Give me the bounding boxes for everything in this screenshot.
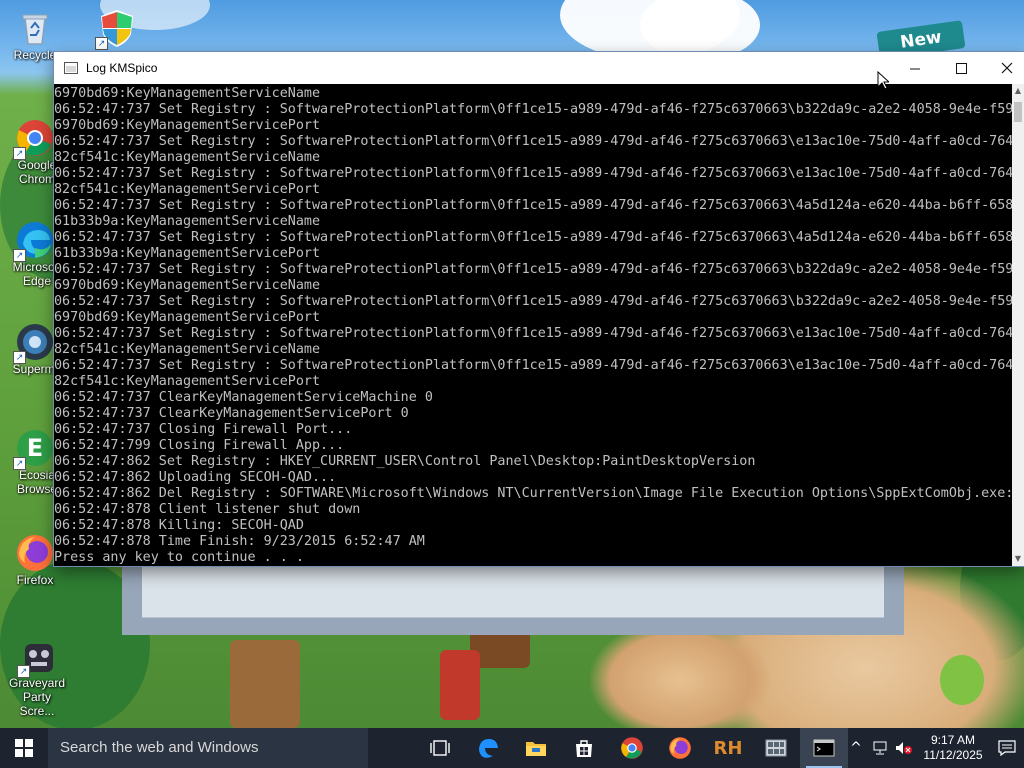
windows-shield-icon: ↗	[95, 8, 137, 50]
firefox-icon	[669, 737, 691, 759]
taskbar-clock[interactable]: 9:17 AM 11/12/2025	[916, 733, 990, 763]
chrome-icon	[621, 737, 643, 759]
tray-chevron-up-icon[interactable]: ^	[844, 728, 868, 768]
scroll-down-icon[interactable]: ▼	[1012, 552, 1024, 566]
desktop-icon-graveyard-party[interactable]: ↗ Graveyard Party Scre...	[4, 636, 74, 718]
windows-logo-icon	[15, 739, 33, 757]
taskbar-file-explorer[interactable]	[512, 728, 560, 768]
edge-icon: ↗	[13, 220, 55, 262]
close-icon	[1001, 62, 1013, 74]
recycle-bin-icon	[15, 8, 55, 48]
scroll-up-icon[interactable]: ▲	[1012, 84, 1024, 98]
console-icon	[813, 739, 835, 757]
taskbar-firefox[interactable]	[656, 728, 704, 768]
console-text: 6970bd69:KeyManagementServiceName 06:52:…	[54, 86, 1012, 565]
svg-text:E: E	[27, 434, 43, 462]
rh-icon: RH	[713, 737, 743, 759]
chrome-icon: ↗	[13, 118, 55, 160]
maximize-button[interactable]	[938, 52, 984, 84]
start-button[interactable]	[0, 728, 48, 768]
store-icon	[576, 740, 592, 757]
desktop-icon-label: Graveyard Party Scre...	[8, 676, 66, 718]
action-center-button[interactable]	[990, 728, 1024, 768]
console-output[interactable]: 6970bd69:KeyManagementServiceName 06:52:…	[54, 84, 1012, 566]
desktop-icon-shield-app[interactable]: ↗	[82, 8, 152, 50]
console-scrollbar[interactable]: ▲ ▼	[1012, 84, 1024, 566]
console-window[interactable]: Log KMSpico 6970bd69:KeyManagementServic…	[54, 52, 1024, 566]
clock-date: 11/12/2025	[923, 748, 983, 762]
desktop-icon-label: Firefox	[16, 573, 54, 587]
graveyard-party-icon: ↗	[17, 636, 59, 678]
supermium-icon: ↗	[13, 322, 55, 364]
taskbar-task-view[interactable]	[416, 728, 464, 768]
minimize-icon	[909, 68, 920, 69]
clock-time: 9:17 AM	[930, 733, 976, 747]
tray-network-icon[interactable]	[868, 728, 892, 768]
file-explorer-icon	[526, 742, 546, 756]
task-view-icon	[430, 740, 450, 756]
mouse-cursor-icon	[877, 71, 889, 90]
maximize-icon	[955, 62, 967, 74]
taskbar-rh[interactable]: RH	[704, 728, 752, 768]
scrollbar-thumb[interactable]	[1014, 102, 1022, 122]
taskbar-store[interactable]	[560, 728, 608, 768]
close-button[interactable]	[984, 52, 1024, 84]
system-tray: ^ 9:17 AM 11/12/2025	[844, 728, 1024, 768]
tray-volume-muted-icon[interactable]	[892, 728, 916, 768]
firefox-icon	[15, 533, 55, 573]
taskbar-chrome[interactable]	[608, 728, 656, 768]
taskbar-edge[interactable]	[464, 728, 512, 768]
minimize-button[interactable]	[892, 52, 938, 84]
taskbar-console[interactable]	[800, 728, 848, 768]
console-app-icon	[64, 62, 78, 74]
app-grid-icon	[765, 739, 787, 757]
edge-icon	[479, 739, 498, 758]
taskbar-app-grid[interactable]	[752, 728, 800, 768]
ecosia-icon: E ↗	[13, 428, 55, 470]
taskbar: Search the web and Windows RH ^ 9:17 AM …	[0, 728, 1024, 768]
taskbar-search-box[interactable]: Search the web and Windows	[48, 728, 368, 768]
window-title: Log KMSpico	[86, 61, 158, 75]
notification-icon	[998, 740, 1016, 756]
